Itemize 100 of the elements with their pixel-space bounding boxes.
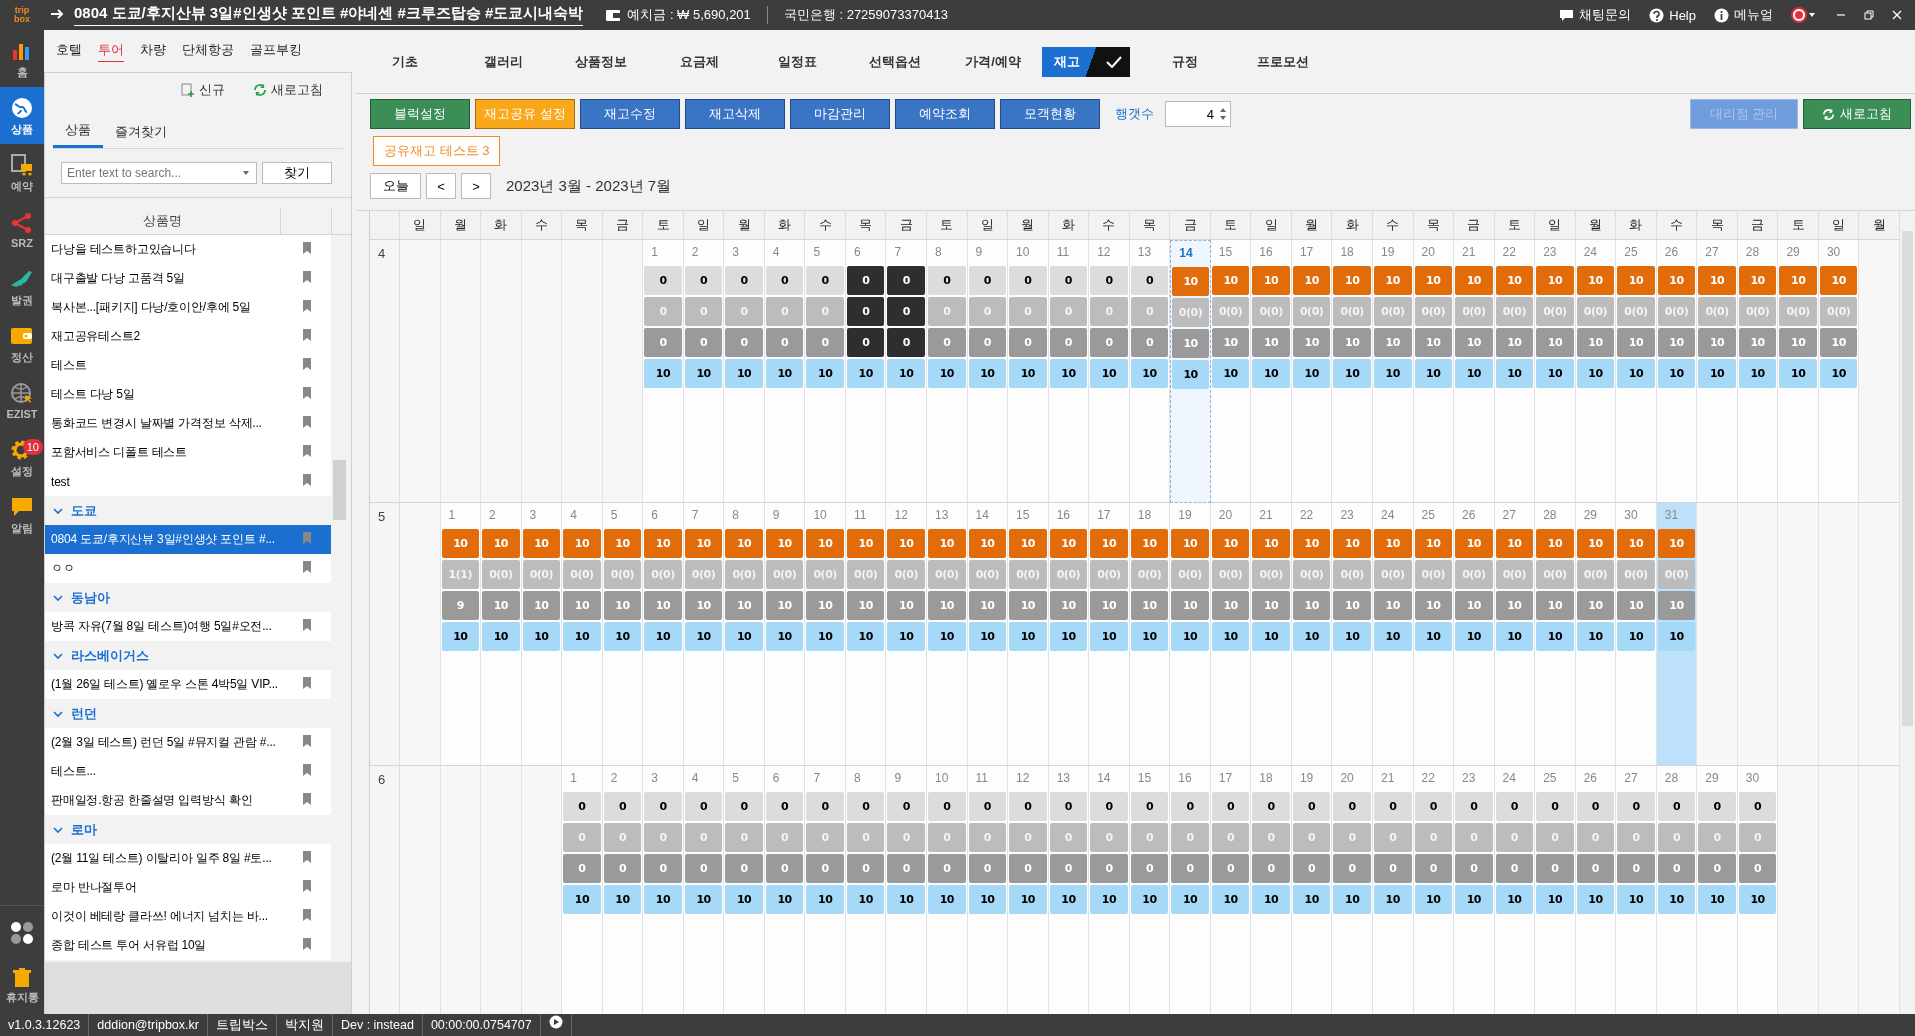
day-cell[interactable]: 8 0 0 0 10 bbox=[927, 240, 968, 503]
tab[interactable]: 상품정보 bbox=[552, 46, 650, 77]
nav-item[interactable]: 예약 bbox=[0, 144, 44, 201]
day-cell[interactable]: 10 0 0 0 10 bbox=[927, 766, 968, 1014]
day-cell[interactable]: 7 10 0(0) 10 10 bbox=[683, 503, 725, 766]
day-cell[interactable]: 4 10 0(0) 10 10 bbox=[562, 503, 603, 766]
day-cell[interactable]: 22 0 0 0 10 bbox=[1413, 766, 1455, 1014]
product-item[interactable]: 다낭을 테스트하고있습니다 bbox=[45, 235, 331, 264]
tab[interactable]: 가격/예약 bbox=[944, 46, 1042, 77]
day-cell[interactable]: 9 0 0 0 10 bbox=[886, 766, 927, 1014]
day-cell[interactable]: 6 0 0 0 10 bbox=[845, 240, 887, 503]
day-cell[interactable]: 27 0 0 0 10 bbox=[1616, 766, 1657, 1014]
toolbar-button[interactable]: 예약조회 bbox=[895, 99, 995, 129]
tab[interactable]: 프로모션 bbox=[1234, 46, 1332, 77]
product-item[interactable]: (1월 26일 테스트) 옐로우 스톤 4박5일 VIP... bbox=[45, 670, 331, 699]
today-button[interactable]: 오늘 bbox=[370, 173, 421, 199]
product-item[interactable]: 복사본...[패키지] 다낭/호이안/후에 5일 bbox=[45, 293, 331, 322]
day-cell[interactable]: 27 10 0(0) 10 10 bbox=[1494, 503, 1536, 766]
product-item[interactable]: 0804 도쿄/후지산뷰 3일#인생샷 포인트 #... bbox=[45, 525, 331, 554]
find-button[interactable]: 찾기 bbox=[262, 162, 332, 184]
day-cell[interactable]: 17 0 0 0 10 bbox=[1210, 766, 1252, 1014]
day-cell[interactable]: 24 0 0 0 10 bbox=[1494, 766, 1536, 1014]
day-cell[interactable]: 23 10 0(0) 10 10 bbox=[1535, 240, 1576, 503]
nav-item[interactable]: 발권 bbox=[0, 258, 44, 315]
day-cell[interactable]: 26 0 0 0 10 bbox=[1575, 766, 1617, 1014]
day-cell[interactable]: 16 10 0(0) 10 10 bbox=[1048, 503, 1090, 766]
search-field[interactable]: Enter text to search... bbox=[61, 162, 257, 184]
day-cell[interactable]: 16 0 0 0 10 bbox=[1170, 766, 1211, 1014]
product-item[interactable]: 판매일정.항공 한줄설명 입력방식 확인 bbox=[45, 786, 331, 815]
day-cell[interactable]: 20 10 0(0) 10 10 bbox=[1413, 240, 1455, 503]
day-cell[interactable]: 19 10 0(0) 10 10 bbox=[1170, 503, 1211, 766]
day-cell[interactable]: 13 0 0 0 10 bbox=[1129, 240, 1171, 503]
day-cell[interactable]: 23 0 0 0 10 bbox=[1454, 766, 1495, 1014]
day-cell[interactable]: 2 0 0 0 10 bbox=[683, 240, 725, 503]
day-cell[interactable]: 12 0 0 0 10 bbox=[1089, 240, 1130, 503]
day-cell[interactable]: 1 10 1(1) 9 10 bbox=[440, 503, 482, 766]
day-cell[interactable]: 19 10 0(0) 10 10 bbox=[1372, 240, 1414, 503]
day-cell[interactable]: 15 0 0 0 10 bbox=[1129, 766, 1171, 1014]
day-cell[interactable]: 6 0 0 0 10 bbox=[764, 766, 806, 1014]
day-cell[interactable]: 12 10 0(0) 10 10 bbox=[886, 503, 927, 766]
day-cell[interactable]: 17 10 0(0) 10 10 bbox=[1089, 503, 1130, 766]
day-cell[interactable]: 25 0 0 0 10 bbox=[1535, 766, 1576, 1014]
day-cell[interactable]: 26 10 0(0) 10 10 bbox=[1454, 503, 1495, 766]
day-cell[interactable]: 4 0 0 0 10 bbox=[764, 240, 806, 503]
day-cell[interactable]: 10 10 0(0) 10 10 bbox=[805, 503, 846, 766]
day-cell[interactable]: 4 0 0 0 10 bbox=[683, 766, 725, 1014]
day-cell[interactable]: 31 10 0(0) 10 10 bbox=[1656, 503, 1698, 766]
day-cell[interactable]: 10 0 0 0 10 bbox=[1008, 240, 1049, 503]
product-item[interactable]: 통화코드 변경시 날짜별 가격정보 삭제... bbox=[45, 409, 331, 438]
day-cell[interactable]: 21 10 0(0) 10 10 bbox=[1454, 240, 1495, 503]
day-cell[interactable]: 13 0 0 0 10 bbox=[1048, 766, 1090, 1014]
previous-button[interactable]: < bbox=[426, 173, 456, 199]
product-item[interactable]: 테스트... bbox=[45, 757, 331, 786]
day-cell[interactable]: 18 10 0(0) 10 10 bbox=[1129, 503, 1171, 766]
nav-item[interactable]: 설정 10 bbox=[0, 429, 44, 486]
day-cell[interactable]: 6 10 0(0) 10 10 bbox=[643, 503, 684, 766]
nav-item[interactable]: 알림 bbox=[0, 486, 44, 543]
day-cell[interactable]: 2 0 0 0 10 bbox=[602, 766, 644, 1014]
day-cell[interactable]: 25 10 0(0) 10 10 bbox=[1413, 503, 1455, 766]
toolbar-button[interactable]: 새로고침 bbox=[1803, 99, 1911, 129]
toolbar-button[interactable]: 모객현황 bbox=[1000, 99, 1100, 129]
nav-item[interactable]: 정산 bbox=[0, 315, 44, 372]
nav-item[interactable]: 상품 bbox=[0, 87, 44, 144]
product-item[interactable]: 방콕 자유(7월 8일 테스트)여행 5일#오전... bbox=[45, 612, 331, 641]
tab[interactable]: 재고 bbox=[1042, 46, 1130, 77]
day-cell[interactable]: 17 10 0(0) 10 10 bbox=[1291, 240, 1333, 503]
title-link[interactable]: 채팅문의 bbox=[1559, 6, 1632, 24]
tab[interactable]: 일정표 bbox=[748, 46, 846, 77]
day-cell[interactable]: 28 10 0(0) 10 10 bbox=[1737, 240, 1779, 503]
day-cell[interactable]: 30 0 0 0 10 bbox=[1737, 766, 1779, 1014]
day-cell[interactable]: 12 0 0 0 10 bbox=[1008, 766, 1049, 1014]
product-item[interactable]: 로마 반나절투어 bbox=[45, 873, 331, 902]
day-cell[interactable]: 21 10 0(0) 10 10 bbox=[1251, 503, 1292, 766]
day-cell[interactable]: 27 10 0(0) 10 10 bbox=[1697, 240, 1738, 503]
tab[interactable]: 선택옵션 bbox=[846, 46, 944, 77]
new-button[interactable]: 신규 bbox=[175, 80, 231, 100]
day-cell[interactable]: 2 10 0(0) 10 10 bbox=[481, 503, 522, 766]
day-cell[interactable]: 11 0 0 0 10 bbox=[967, 766, 1009, 1014]
sidebar-tab[interactable]: 상품 bbox=[53, 117, 103, 148]
day-cell[interactable]: 30 10 0(0) 10 10 bbox=[1818, 240, 1860, 503]
day-cell[interactable]: 30 10 0(0) 10 10 bbox=[1616, 503, 1657, 766]
day-cell[interactable]: 22 10 0(0) 10 10 bbox=[1291, 503, 1333, 766]
day-cell[interactable]: 1 0 0 0 10 bbox=[562, 766, 603, 1014]
nav-item[interactable]: SRZ bbox=[0, 201, 44, 258]
day-cell[interactable]: 14 10 0(0) 10 10 bbox=[967, 503, 1009, 766]
day-cell[interactable]: 18 10 0(0) 10 10 bbox=[1332, 240, 1373, 503]
day-cell[interactable]: 14 0 0 0 10 bbox=[1089, 766, 1130, 1014]
sidebar-tab[interactable]: 즐겨찾기 bbox=[103, 117, 179, 148]
tab[interactable]: 규정 bbox=[1136, 46, 1234, 77]
rows-spinner[interactable]: 4 bbox=[1165, 101, 1231, 127]
day-cell[interactable]: 15 10 0(0) 10 10 bbox=[1210, 240, 1252, 503]
product-item[interactable]: 재고공유테스트2 bbox=[45, 322, 331, 351]
day-cell[interactable]: 29 10 0(0) 10 10 bbox=[1778, 240, 1819, 503]
day-cell[interactable]: 24 10 0(0) 10 10 bbox=[1575, 240, 1617, 503]
day-cell[interactable]: 7 0 0 0 10 bbox=[886, 240, 927, 503]
day-cell[interactable]: 28 0 0 0 10 bbox=[1656, 766, 1698, 1014]
product-item[interactable]: ㅇㅇ bbox=[45, 554, 331, 583]
title-link[interactable]: 메뉴얼 bbox=[1714, 6, 1773, 24]
category-tab[interactable]: 골프부킹 bbox=[250, 41, 302, 61]
day-cell[interactable]: 3 0 0 0 10 bbox=[643, 766, 684, 1014]
